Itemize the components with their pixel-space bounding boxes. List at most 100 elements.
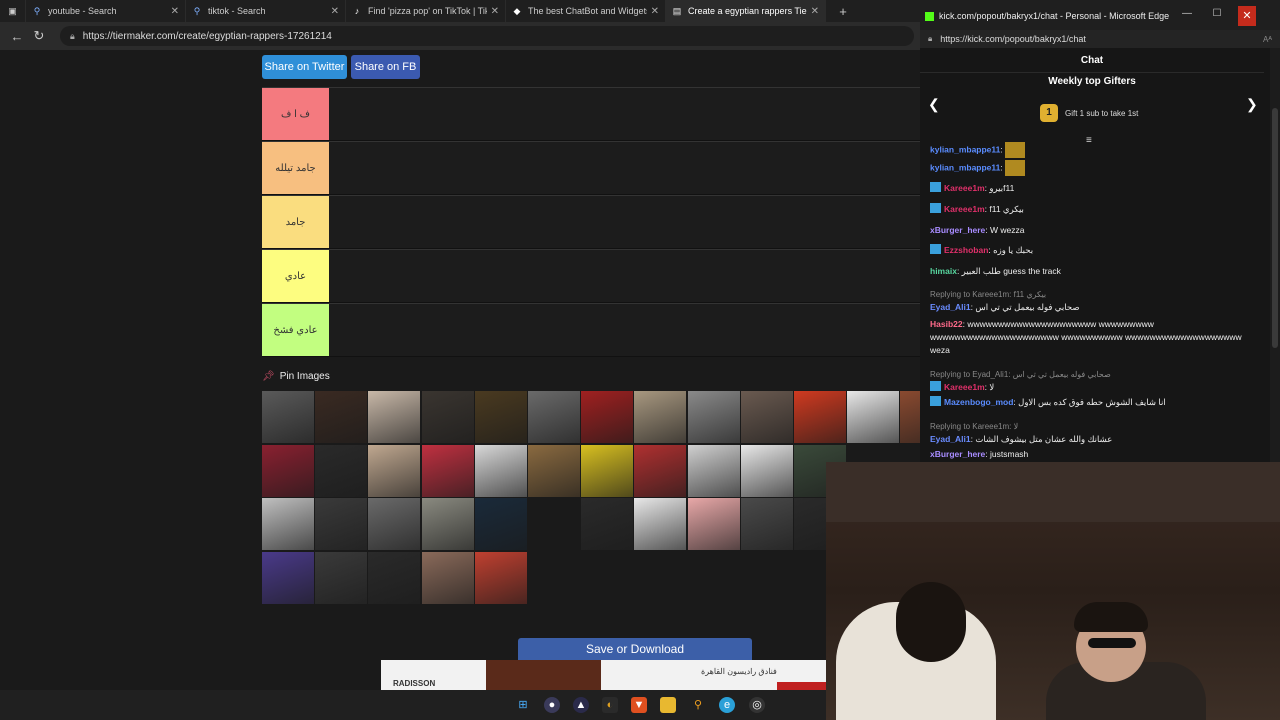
tab-0[interactable]: ▣ xyxy=(0,0,26,22)
chat-username[interactable]: Eyad_Ali1 xyxy=(930,302,971,312)
chat-username[interactable]: Eyad_Ali1 xyxy=(930,434,971,444)
tier-label[interactable]: ف ا ف xyxy=(262,88,329,140)
edge-icon[interactable]: e xyxy=(719,697,735,713)
chat-username[interactable]: Kareee1m xyxy=(944,382,985,392)
close-tab-icon[interactable]: ✕ xyxy=(651,6,659,17)
chat-username[interactable]: xBurger_here xyxy=(930,449,985,459)
tab-tiktok-pizza[interactable]: ♪Find 'pizza pop' on TikTok | TikTok✕ xyxy=(346,0,506,22)
tier-drop-zone[interactable] xyxy=(329,88,920,140)
tier-label[interactable]: جامد xyxy=(262,196,329,248)
address-field[interactable]: 🔒︎ https://tiermaker.com/create/egyptian-… xyxy=(60,26,914,46)
tier-label[interactable]: جامد تيلله xyxy=(262,142,329,194)
rapper-image-tile[interactable] xyxy=(740,498,793,550)
rapper-image-tile[interactable] xyxy=(421,444,474,497)
tier-drop-zone[interactable] xyxy=(329,250,920,302)
tier-label[interactable]: عادي xyxy=(262,250,329,302)
new-tab-button[interactable]: + xyxy=(832,4,854,19)
tab-chatbot[interactable]: ◆The best ChatBot and Widgets for✕ xyxy=(506,0,666,22)
rapper-image-tile[interactable] xyxy=(421,498,474,550)
rapper-image-tile[interactable] xyxy=(740,391,793,443)
rapper-image-tile[interactable] xyxy=(528,391,580,443)
chat-username[interactable]: kylian_mbappe11 xyxy=(930,144,1000,154)
app-icon[interactable]: ◐ xyxy=(602,697,618,713)
ad-button[interactable] xyxy=(777,682,826,690)
pin-images-label[interactable]: 📌︎ Pin Images xyxy=(262,371,330,382)
tab-actions-icon[interactable]: ▣ xyxy=(8,6,18,16)
rapper-image-tile[interactable] xyxy=(368,444,421,497)
chat-username[interactable]: Kareee1m xyxy=(944,183,985,193)
chat-username[interactable]: Kareee1m xyxy=(944,204,985,214)
tier-drop-zone[interactable] xyxy=(329,196,920,248)
rapper-image-tile[interactable] xyxy=(847,391,900,443)
share-twitter-button[interactable]: Share on Twitter xyxy=(262,55,347,79)
back-button[interactable]: ← xyxy=(6,29,28,44)
chat-username[interactable]: Hasib22 xyxy=(930,319,963,329)
save-download-button[interactable]: Save or Download xyxy=(518,638,752,660)
rapper-image-tile[interactable] xyxy=(634,444,687,497)
rapper-image-tile[interactable] xyxy=(315,391,368,443)
app-icon[interactable]: ● xyxy=(544,697,560,713)
rapper-image-tile[interactable] xyxy=(315,444,368,497)
ad-banner[interactable]: RADISSON فنادق راديسون القاهرة xyxy=(381,660,826,690)
rapper-image-tile[interactable] xyxy=(474,498,527,550)
close-tab-icon[interactable]: ✕ xyxy=(331,6,339,17)
rapper-image-tile[interactable] xyxy=(634,391,687,443)
tab-tiktok-search[interactable]: ⚲ tiktok - Search ✕ xyxy=(186,0,346,22)
refresh-button[interactable]: ↻ xyxy=(28,28,50,44)
rapper-image-tile[interactable] xyxy=(581,391,634,443)
rapper-image-tile[interactable] xyxy=(687,498,740,550)
minimize-icon[interactable]: — xyxy=(1180,8,1194,19)
rapper-image-tile[interactable] xyxy=(262,444,314,497)
close-tab-icon[interactable]: ✕ xyxy=(491,6,499,17)
chevron-left-icon[interactable]: ❮ xyxy=(928,96,940,113)
chat-username[interactable]: Ezzshoban xyxy=(944,245,988,255)
app-icon[interactable]: ▲ xyxy=(573,697,589,713)
folder-icon[interactable] xyxy=(660,697,676,713)
rapper-image-tile[interactable] xyxy=(474,444,527,497)
rapper-image-tile[interactable] xyxy=(315,498,368,550)
tab-youtube-search[interactable]: ⚲ youtube - Search ✕ xyxy=(26,0,186,22)
rapper-image-tile[interactable] xyxy=(368,498,421,550)
windows-start-icon[interactable]: ⊞ xyxy=(515,697,531,713)
rapper-image-tile[interactable] xyxy=(528,444,580,497)
tier-drop-zone[interactable] xyxy=(329,304,920,356)
rapper-image-tile[interactable] xyxy=(581,498,634,550)
rapper-image-tile[interactable] xyxy=(528,498,580,550)
chevron-right-icon[interactable]: ❯ xyxy=(1246,96,1258,113)
rapper-image-tile[interactable] xyxy=(421,551,474,604)
moderator-badge-icon xyxy=(930,396,941,406)
rapper-image-tile[interactable] xyxy=(368,551,421,604)
rapper-image-tile[interactable] xyxy=(634,498,687,550)
scrollbar-thumb[interactable] xyxy=(1272,108,1278,348)
tab-tiermaker[interactable]: ▤Create a egyptian rappers Tier List✕ xyxy=(666,0,826,22)
close-tab-icon[interactable]: ✕ xyxy=(171,6,179,17)
rapper-image-tile[interactable] xyxy=(794,391,846,443)
rapper-image-tile[interactable] xyxy=(315,551,368,604)
chat-username[interactable]: kylian_mbappe11 xyxy=(930,162,1000,172)
rapper-image-tile[interactable] xyxy=(262,391,314,443)
chat-scrollbar[interactable] xyxy=(1270,48,1280,462)
close-tab-icon[interactable]: ✕ xyxy=(811,6,819,17)
chat-username[interactable]: himaix xyxy=(930,266,957,276)
rapper-image-tile[interactable] xyxy=(474,391,527,443)
share-fb-button[interactable]: Share on FB xyxy=(351,55,420,79)
maximize-icon[interactable]: ☐ xyxy=(1210,8,1224,19)
rapper-image-tile[interactable] xyxy=(262,498,314,550)
rapper-image-tile[interactable] xyxy=(474,551,527,604)
tier-label[interactable]: عادي فشخ xyxy=(262,304,329,356)
chat-username[interactable]: xBurger_here xyxy=(930,225,985,235)
rapper-image-tile[interactable] xyxy=(368,391,421,443)
rapper-image-tile[interactable] xyxy=(740,444,793,497)
rapper-image-tile[interactable] xyxy=(687,391,740,443)
close-window-button[interactable]: ✕ xyxy=(1238,6,1256,26)
rapper-image-tile[interactable] xyxy=(262,551,314,604)
chat-username[interactable]: Mazenbogo_mod xyxy=(944,397,1013,407)
read-aloud-icon[interactable]: Aᴬ xyxy=(1263,35,1272,44)
rapper-image-tile[interactable] xyxy=(581,444,634,497)
rapper-image-tile[interactable] xyxy=(421,391,474,443)
brave-icon[interactable]: ▼ xyxy=(631,697,647,713)
search-icon[interactable]: ⚲ xyxy=(690,697,706,713)
rapper-image-tile[interactable] xyxy=(687,444,740,497)
tier-drop-zone[interactable] xyxy=(329,142,920,194)
obs-icon[interactable]: ◎ xyxy=(749,697,765,713)
